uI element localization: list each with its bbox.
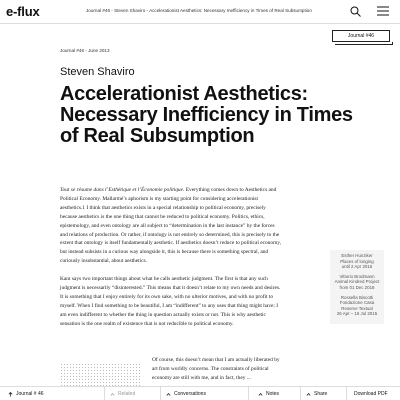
paragraph-3: Of course, this doesn’t mean that I am a…: [152, 357, 280, 381]
paragraph-1: Tout se résume dans l’Esthétique et l’Éc…: [60, 186, 282, 266]
article-title: Accelerationist Aesthetics: Necessary In…: [60, 83, 353, 147]
paragraph-1-epigraph: Tout se résume dans l’Esthétique et l’Éc…: [60, 187, 185, 193]
announcement-2: Vittorio Brodmann Animal Kindred Project…: [331, 274, 383, 291]
announcement-line: from 01 Dec 2018: [339, 284, 375, 290]
article-author[interactable]: Steven Shaviro: [60, 66, 135, 78]
eflux-logo[interactable]: e-flux: [6, 4, 40, 19]
announcement-3: Rossella Biscotti Fondazione Casa Reserv…: [331, 295, 383, 317]
announcement-1: Esther Hunziker Places of longing until …: [331, 253, 383, 270]
arrow-up-icon: [8, 391, 13, 396]
notes-label: Notes: [266, 391, 280, 397]
chevron-up-icon: [110, 392, 115, 396]
article-meta: Journal #46 - June 2013: [60, 48, 110, 53]
download-pdf-label: Download PDF: [354, 391, 388, 397]
sidebar-announcement[interactable]: Esther Hunziker Places of longing until …: [330, 250, 384, 324]
breadcrumb: Journal #46 - Steven Shaviro - Accelerat…: [86, 8, 312, 13]
bottom-bar: Journal # 46 Related Conversations Notes…: [0, 386, 400, 400]
issue-link-label: Journal # 46: [16, 391, 44, 397]
issue-tag[interactable]: Journal #46: [332, 30, 393, 45]
menu-icon[interactable]: [376, 4, 390, 18]
chevron-up-icon: [166, 392, 171, 396]
chevron-up-icon: [306, 392, 311, 396]
related-tab[interactable]: Related: [110, 391, 135, 397]
chevron-up-icon: [258, 392, 263, 396]
paragraph-1-text: Everything comes down to Aesthetics and …: [60, 187, 281, 265]
related-label: Related: [118, 391, 136, 397]
issue-link[interactable]: Journal # 46: [8, 391, 44, 397]
article-body: Tout se résume dans l’Esthétique et l’Éc…: [60, 186, 282, 338]
conversations-tab[interactable]: Conversations: [166, 391, 206, 397]
conversations-label: Conversations: [174, 391, 206, 397]
announcement-line: until 2 Apr 2016: [341, 264, 373, 270]
share-tab[interactable]: Share: [306, 391, 327, 397]
notes-tab[interactable]: Notes: [258, 391, 279, 397]
download-pdf-button[interactable]: Download PDF: [354, 391, 388, 397]
announcement-line: 26 Apr – 16 Jul 2015: [336, 311, 378, 317]
share-label: Share: [314, 391, 328, 397]
top-bar: e-flux Journal #46 - Steven Shaviro - Ac…: [0, 0, 400, 24]
search-icon[interactable]: [348, 4, 362, 18]
paragraph-2: Kant says two important things about wha…: [60, 276, 281, 327]
